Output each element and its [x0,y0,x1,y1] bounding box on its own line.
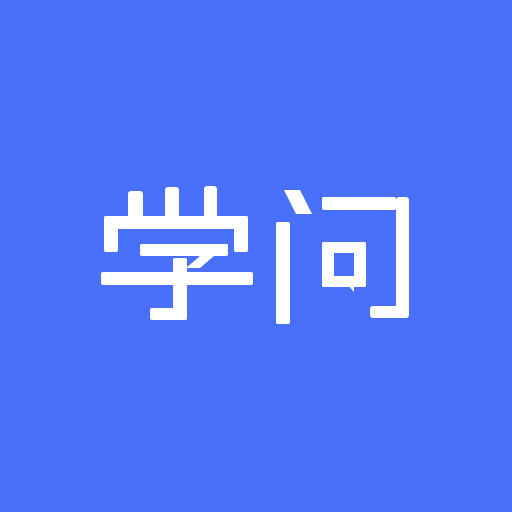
logo-glyphs [101,186,409,324]
logo-wordmark-graphic [101,186,409,324]
logo-wordmark [0,0,512,512]
glyph-xue [101,186,253,320]
glyph-wen [276,190,409,324]
app-icon-tile [0,0,512,512]
